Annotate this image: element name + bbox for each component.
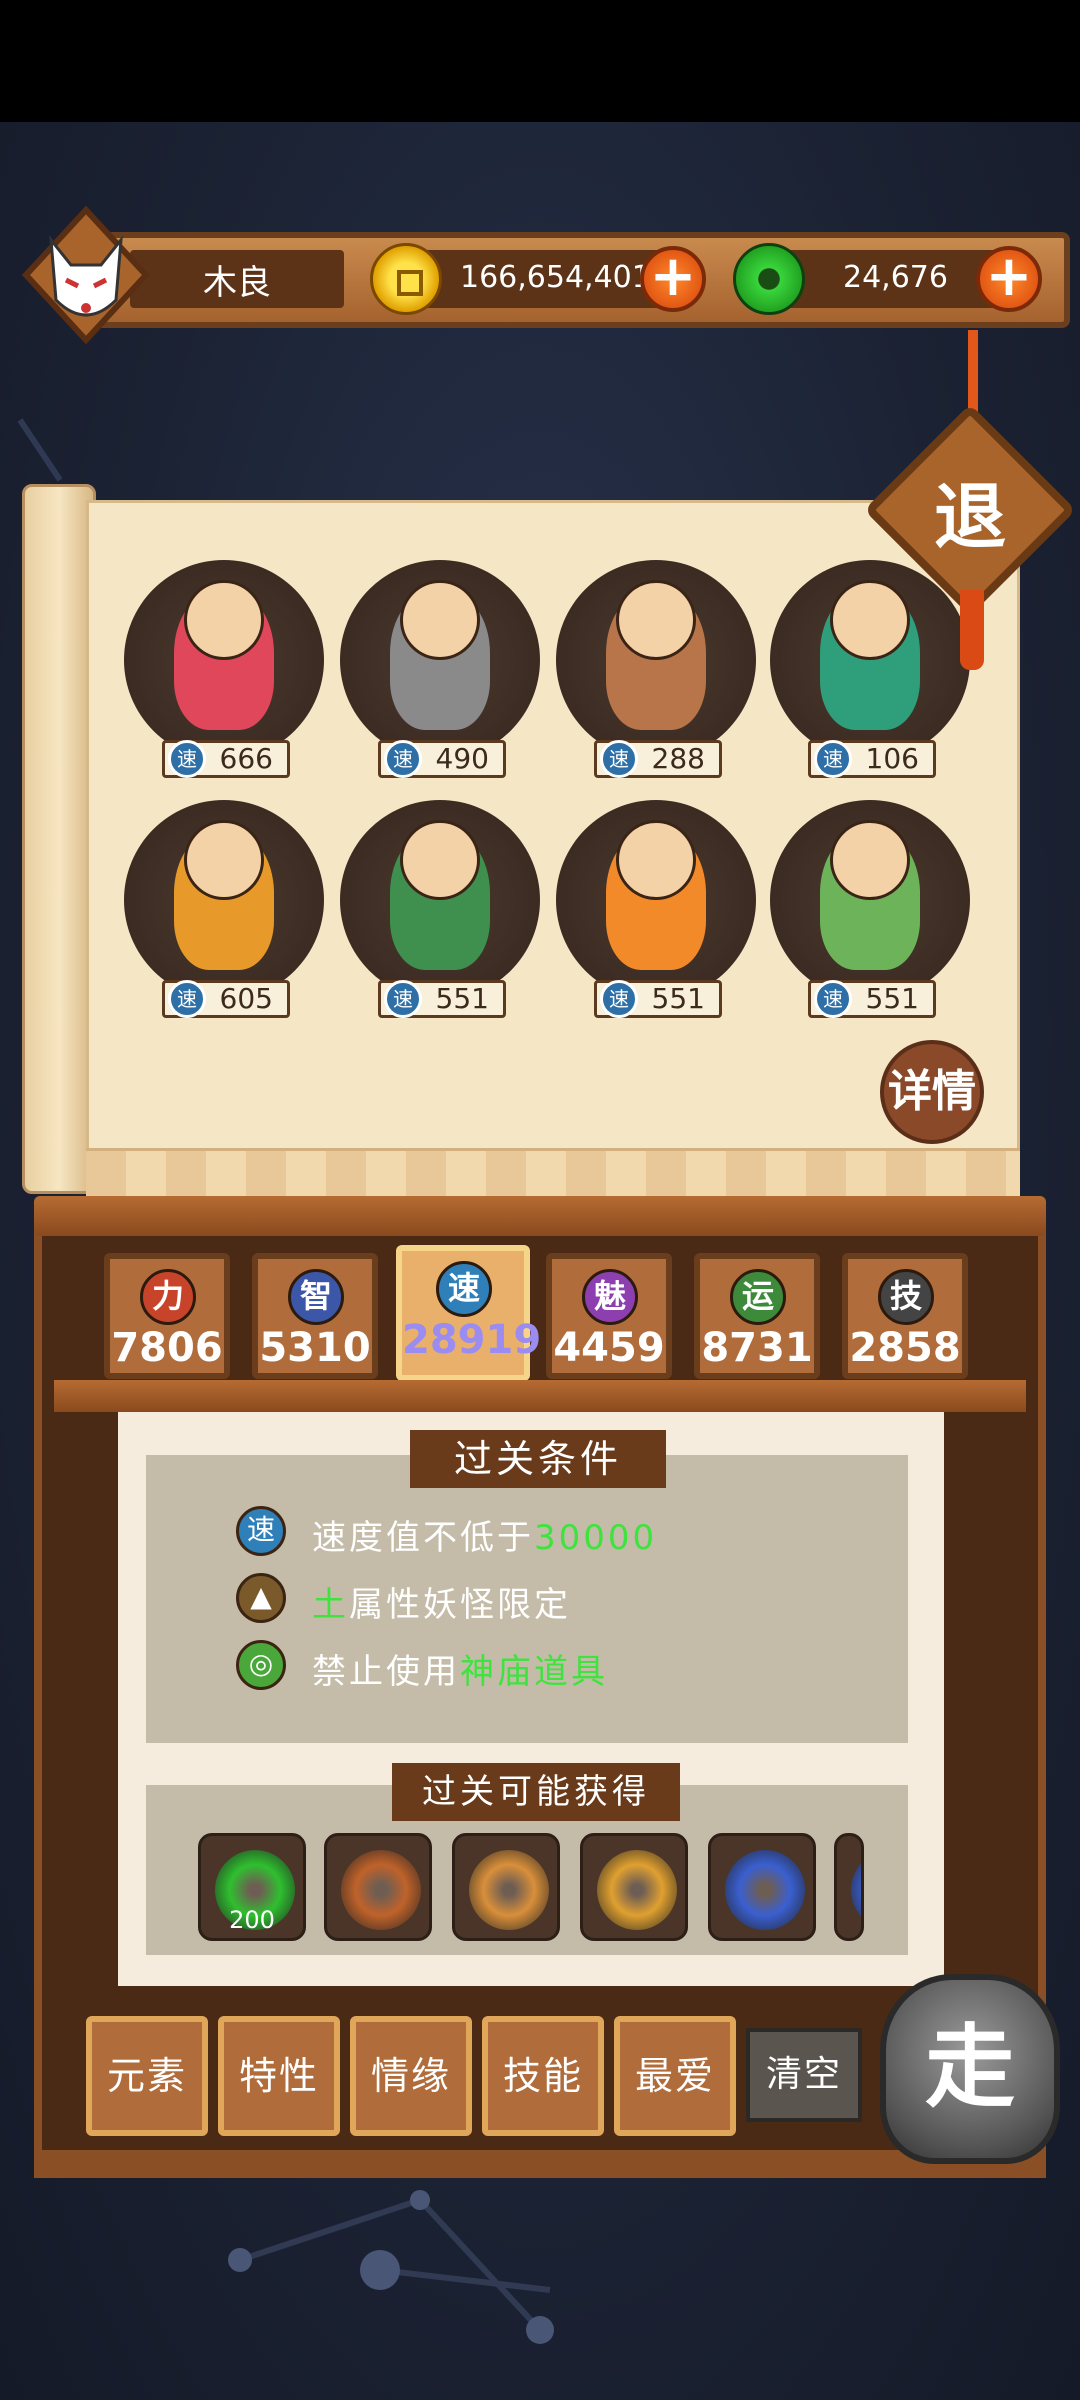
condition-highlight: 神庙道具	[460, 1652, 608, 1692]
reward-item[interactable]	[708, 1833, 816, 1941]
stat-value: 4459	[553, 1325, 665, 1371]
stat-icon: 速	[436, 1261, 492, 1317]
reward-item[interactable]	[324, 1833, 432, 1941]
tab-trait[interactable]: 特性	[218, 2016, 340, 2136]
reward-item[interactable]	[452, 1833, 560, 1941]
fox-mask-avatar-icon[interactable]	[16, 200, 156, 350]
go-button[interactable]: 走	[880, 1974, 1060, 2164]
monster-head	[616, 820, 696, 900]
stat-icon: 技	[878, 1269, 934, 1325]
speed-condition-icon: 速	[236, 1506, 286, 1556]
rewards-title: 过关可能获得	[392, 1763, 680, 1821]
monster-head	[830, 580, 910, 660]
mountain-crystal-icon	[597, 1850, 677, 1930]
monster-slot[interactable]	[770, 800, 970, 1000]
monster-slot[interactable]	[770, 560, 970, 760]
no-item-icon: ◎	[236, 1640, 286, 1690]
exit-tassel	[960, 590, 984, 670]
earth-element-icon: ▲	[236, 1573, 286, 1623]
stat-icon: 力	[140, 1269, 196, 1325]
monster-head	[184, 580, 264, 660]
scroll-roll	[22, 484, 96, 1194]
condition-text-post: 属性妖怪限定	[349, 1585, 571, 1625]
gold-amount: 166,654,401	[460, 260, 651, 295]
speed-icon: 速	[384, 740, 422, 778]
parchment-pattern	[86, 1148, 1020, 1200]
stat-tab[interactable]: 力 7806	[104, 1253, 230, 1379]
speed-icon: 速	[814, 740, 852, 778]
board-rail-mid	[54, 1380, 1026, 1412]
stat-value: 5310	[259, 1325, 371, 1371]
monster-slot[interactable]	[556, 560, 756, 760]
monster-head	[830, 820, 910, 900]
stat-icon: 运	[730, 1269, 786, 1325]
speed-icon: 速	[600, 740, 638, 778]
blue-crystal-icon	[851, 1850, 861, 1930]
amber-gem-icon	[469, 1850, 549, 1930]
conditions-title: 过关条件	[410, 1430, 666, 1488]
stat-tab[interactable]: 运 8731	[694, 1253, 820, 1379]
monster-slot[interactable]	[556, 800, 756, 1000]
stat-icon: 智	[288, 1269, 344, 1325]
tab-skill[interactable]: 技能	[482, 2016, 604, 2136]
monster-slot[interactable]	[340, 560, 540, 760]
reward-count: 200	[229, 1906, 275, 1934]
gold-coin-icon	[370, 243, 442, 315]
jade-amount: 24,676	[843, 260, 948, 295]
exit-button[interactable]: 退	[895, 435, 1045, 585]
monster-head	[400, 820, 480, 900]
condition-text: 禁止使用神庙道具	[312, 1644, 608, 1693]
tab-bond[interactable]: 情缘	[350, 2016, 472, 2136]
monster-slot[interactable]	[124, 560, 324, 760]
reward-item[interactable]	[580, 1833, 688, 1941]
reward-item[interactable]	[834, 1833, 864, 1941]
monster-head	[400, 580, 480, 660]
stat-icon: 魅	[582, 1269, 638, 1325]
speed-icon: 速	[168, 740, 206, 778]
reward-item[interactable]: 200	[198, 1833, 306, 1941]
stat-value: 28919	[402, 1317, 542, 1363]
earth-rune-icon	[341, 1850, 421, 1930]
speed-icon: 速	[384, 980, 422, 1018]
details-button[interactable]: 详情	[880, 1040, 984, 1144]
speed-icon: 速	[814, 980, 852, 1018]
speed-icon: 速	[168, 980, 206, 1018]
stat-tab[interactable]: 速 28919	[396, 1245, 542, 1381]
speed-icon: 速	[600, 980, 638, 1018]
condition-text: 速度值不低于30000	[312, 1510, 657, 1559]
stat-value: 8731	[701, 1325, 813, 1371]
condition-text-pre: 速度值不低于	[312, 1518, 534, 1558]
tab-favorite[interactable]: 最爱	[614, 2016, 736, 2136]
stat-tab[interactable]: 魅 4459	[546, 1253, 672, 1379]
stat-tab[interactable]: 智 5310	[252, 1253, 378, 1379]
board-foot	[34, 2150, 1046, 2178]
monster-slot[interactable]	[124, 800, 324, 1000]
add-jade-button[interactable]: +	[976, 246, 1042, 312]
clear-button[interactable]: 清空	[746, 2028, 862, 2122]
player-name: 木良	[130, 250, 344, 308]
condition-text-pre: 禁止使用	[312, 1652, 460, 1692]
tab-element[interactable]: 元素	[86, 2016, 208, 2136]
blue-crystal-icon	[725, 1850, 805, 1930]
condition-highlight: 土	[312, 1585, 349, 1625]
jade-coin-icon	[733, 243, 805, 315]
add-gold-button[interactable]: +	[640, 246, 706, 312]
condition-highlight: 30000	[534, 1518, 658, 1558]
monster-slot[interactable]	[340, 800, 540, 1000]
stat-value: 7806	[111, 1325, 223, 1371]
monster-head	[616, 580, 696, 660]
board-rail-top	[34, 1196, 1046, 1236]
stat-value: 2858	[849, 1325, 961, 1371]
condition-text: 土属性妖怪限定	[312, 1577, 571, 1626]
stat-tab[interactable]: 技 2858	[842, 1253, 968, 1379]
monster-head	[184, 820, 264, 900]
